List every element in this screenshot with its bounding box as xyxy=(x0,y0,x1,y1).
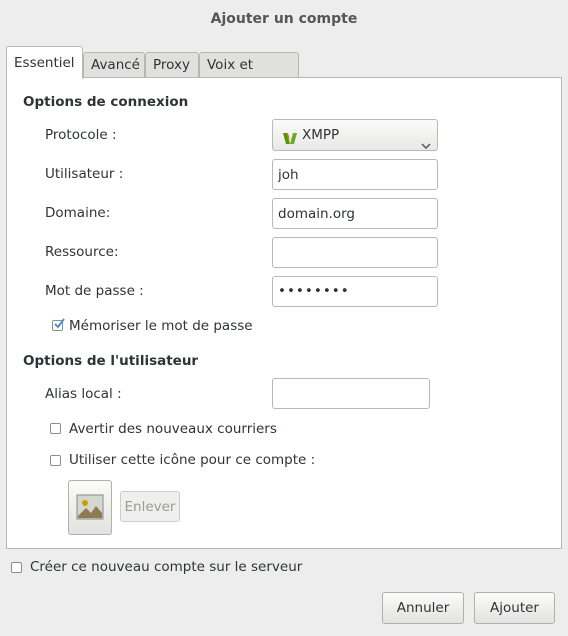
use-icon-label[interactable]: Utiliser cette icône pour ce compte : xyxy=(69,452,315,468)
alias-label: Alias local : xyxy=(45,386,122,402)
tab-essentiel[interactable]: Essentiel xyxy=(6,46,83,79)
chevron-down-icon xyxy=(421,131,431,161)
account-icon-button[interactable] xyxy=(68,480,112,535)
password-label: Mot de passe : xyxy=(45,283,144,299)
essentiel-panel: Options de connexion Protocole : XMPP Ut… xyxy=(6,77,562,549)
tab-proxy[interactable]: Proxy xyxy=(145,52,199,78)
username-label: Utilisateur : xyxy=(45,166,124,182)
protocol-select[interactable]: XMPP xyxy=(272,119,438,151)
image-icon xyxy=(76,493,104,532)
domain-input[interactable] xyxy=(272,198,438,229)
xmpp-icon xyxy=(282,128,298,158)
create-on-server-checkbox[interactable] xyxy=(11,562,22,573)
use-icon-checkbox[interactable] xyxy=(50,455,61,466)
notify-new-mail-checkbox[interactable] xyxy=(50,423,61,434)
protocol-label: Protocole : xyxy=(45,127,117,143)
remember-password-label[interactable]: Mémoriser le mot de passe xyxy=(69,318,253,334)
window-title: Ajouter un compte xyxy=(210,11,358,27)
protocol-value: XMPP xyxy=(302,127,340,143)
tab-avance[interactable]: Avancé xyxy=(83,52,145,78)
create-on-server-label[interactable]: Créer ce nouveau compte sur le serveur xyxy=(30,559,302,575)
connection-options-heading: Options de connexion xyxy=(23,94,189,110)
resource-input[interactable] xyxy=(272,237,438,268)
remove-icon-button[interactable]: Enlever xyxy=(120,491,180,522)
remember-password-checkbox[interactable] xyxy=(52,318,65,334)
domain-label: Domaine: xyxy=(45,205,111,221)
tab-voix-et-video[interactable]: Voix et vidéo xyxy=(199,52,299,97)
user-options-heading: Options de l'utilisateur xyxy=(23,353,199,369)
checkmark-icon xyxy=(53,318,65,334)
resource-label: Ressource: xyxy=(45,244,119,260)
add-button[interactable]: Ajouter xyxy=(474,592,555,624)
alias-input[interactable] xyxy=(272,378,430,409)
username-input[interactable] xyxy=(272,159,438,190)
notify-new-mail-label[interactable]: Avertir des nouveaux courriers xyxy=(69,421,277,437)
cancel-button[interactable]: Annuler xyxy=(382,592,464,624)
password-input[interactable]: •••••••• xyxy=(272,276,438,307)
